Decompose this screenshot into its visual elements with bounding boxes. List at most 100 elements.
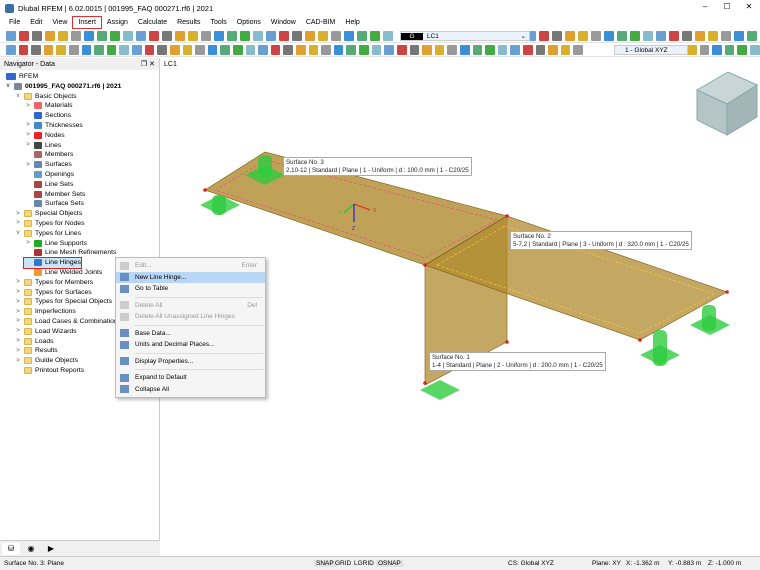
toolbar-button-icon[interactable]	[84, 30, 94, 41]
toolbar-button-icon[interactable]	[258, 44, 268, 55]
toolbar-button-icon[interactable]	[682, 30, 692, 41]
toolbar-button-icon[interactable]	[497, 44, 508, 55]
maximize-button[interactable]: ☐	[716, 0, 738, 14]
tree-item-thicknesses[interactable]: > Thicknesses	[24, 120, 83, 130]
tree-item-load-wizards[interactable]: > Load Wizards	[14, 326, 77, 336]
context-item-base-data[interactable]: Base Data...	[116, 328, 265, 339]
tab-data-icon[interactable]: ⛁	[2, 543, 20, 555]
tree-item-line-sets[interactable]: Line Sets	[24, 179, 73, 189]
expand-icon[interactable]: v	[4, 83, 12, 89]
toolbar-button-icon[interactable]	[346, 44, 357, 55]
menu-insert[interactable]: Insert	[72, 15, 102, 29]
expand-icon[interactable]: >	[14, 348, 22, 354]
expand-icon[interactable]: >	[14, 338, 22, 344]
toolbar-button-icon[interactable]	[245, 44, 256, 55]
toolbar-button-icon[interactable]	[747, 30, 757, 41]
tree-item-line-hinges[interactable]: Line Hinges	[23, 256, 82, 269]
toolbar-button-icon[interactable]	[157, 44, 167, 55]
toolbar-button-icon[interactable]	[227, 30, 237, 41]
expand-icon[interactable]: >	[14, 309, 22, 315]
toolbar-button-icon[interactable]	[459, 44, 470, 55]
toolbar-button-icon[interactable]	[162, 30, 172, 41]
toolbar-button-icon[interactable]	[188, 30, 198, 41]
toolbar-button-icon[interactable]	[296, 44, 306, 55]
toolbar-button-icon[interactable]	[695, 30, 705, 41]
toolbar-button-icon[interactable]	[749, 44, 760, 55]
toolbar-button-icon[interactable]	[599, 45, 609, 55]
expand-icon[interactable]: >	[24, 122, 32, 128]
expand-icon[interactable]: v	[14, 93, 22, 99]
tree-item-members[interactable]: Members	[24, 150, 73, 160]
toolbar-button-icon[interactable]	[734, 30, 744, 41]
toolbar-button-icon[interactable]	[485, 44, 495, 55]
menu-results[interactable]: Results	[172, 17, 205, 28]
toolbar-button-icon[interactable]	[396, 44, 407, 55]
expand-icon[interactable]: >	[14, 211, 22, 217]
toolbar-button-icon[interactable]	[106, 44, 117, 55]
menu-calculate[interactable]: Calculate	[133, 17, 172, 28]
tree-item-member-sets[interactable]: Member Sets	[24, 189, 85, 199]
toolbar-button-icon[interactable]	[132, 44, 142, 55]
toolbar-button-icon[interactable]	[586, 45, 596, 55]
menu-cad-bim[interactable]: CAD-BIM	[301, 17, 341, 28]
toolbar-button-icon[interactable]	[539, 30, 549, 41]
expand-icon[interactable]: >	[14, 328, 22, 334]
toolbar-button-icon[interactable]	[58, 30, 68, 41]
toolbar-button-icon[interactable]	[409, 44, 420, 55]
toolbar-button-icon[interactable]	[283, 44, 294, 55]
toolbar-button-icon[interactable]	[371, 44, 382, 55]
toolbar-button-icon[interactable]	[656, 30, 666, 41]
context-item-new-line-hinge[interactable]: New Line Hinge...	[116, 271, 265, 283]
toolbar-button-icon[interactable]	[253, 30, 263, 41]
expand-icon[interactable]: >	[24, 162, 32, 168]
toolbar-button-icon[interactable]	[712, 44, 722, 55]
toolbar-button-icon[interactable]	[737, 44, 747, 55]
toolbar-button-icon[interactable]	[169, 44, 180, 55]
context-item-units-and-decimal-places[interactable]: Units and Decimal Places...	[116, 339, 265, 350]
toolbar-button-icon[interactable]	[321, 44, 331, 55]
toolbar-button-icon[interactable]	[45, 30, 55, 41]
toolbar-button-icon[interactable]	[207, 44, 218, 55]
toolbar-button-icon[interactable]	[31, 44, 41, 55]
toolbar-button-icon[interactable]	[331, 30, 341, 41]
menu-help[interactable]: Help	[340, 17, 364, 28]
toolbar-button-icon[interactable]	[81, 44, 92, 55]
toolbar-button-icon[interactable]	[305, 30, 315, 41]
toolbar-button-icon[interactable]	[591, 30, 601, 41]
toolbar-button-icon[interactable]	[669, 30, 679, 41]
toolbar-button-icon[interactable]	[535, 44, 546, 55]
toolbar-button-icon[interactable]	[384, 44, 394, 55]
toolbar-button-icon[interactable]	[94, 44, 104, 55]
load-case-select[interactable]: G LC1 ⌄	[400, 31, 530, 41]
toolbar-button-icon[interactable]	[617, 30, 627, 41]
expand-icon[interactable]: v	[14, 230, 22, 236]
menu-file[interactable]: File	[4, 17, 25, 28]
toolbar-button-icon[interactable]	[149, 30, 159, 41]
toolbar-button-icon[interactable]	[724, 44, 735, 55]
expand-icon[interactable]: >	[14, 220, 22, 226]
toolbar-button-icon[interactable]	[240, 30, 250, 41]
tree-item-types-for-lines[interactable]: v Types for Lines	[14, 228, 81, 238]
toolbar-button-icon[interactable]	[175, 30, 185, 41]
context-item-delete-all[interactable]: Delete All Del	[116, 300, 265, 311]
tree-item-load-cases-combinations[interactable]: > Load Cases & Combinations	[14, 316, 121, 326]
toolbar-button-icon[interactable]	[708, 30, 718, 41]
tree-item-line-mesh-refinements[interactable]: Line Mesh Refinements	[24, 248, 116, 258]
expand-icon[interactable]: >	[14, 289, 22, 295]
toolbar-button-icon[interactable]	[318, 30, 328, 41]
tab-views-icon[interactable]: ▶	[42, 543, 60, 555]
toolbar-button-icon[interactable]	[266, 30, 276, 41]
tree-item-types-for-nodes[interactable]: > Types for Nodes	[14, 218, 85, 228]
toolbar-button-icon[interactable]	[19, 30, 29, 41]
close-panel-icon[interactable]: ✕	[149, 61, 155, 68]
toolbar-button-icon[interactable]	[604, 30, 614, 41]
toolbar-button-icon[interactable]	[510, 44, 520, 55]
tree-item-special-objects[interactable]: > Special Objects	[14, 209, 82, 219]
toolbar-button-icon[interactable]	[56, 44, 67, 55]
tab-display-icon[interactable]: ◉	[22, 543, 40, 555]
toolbar-button-icon[interactable]	[344, 30, 354, 41]
toolbar-button-icon[interactable]	[270, 44, 281, 55]
tree-item-types-for-members[interactable]: > Types for Members	[14, 277, 93, 287]
expand-icon[interactable]: >	[24, 240, 32, 246]
toolbar-button-icon[interactable]	[292, 30, 302, 41]
